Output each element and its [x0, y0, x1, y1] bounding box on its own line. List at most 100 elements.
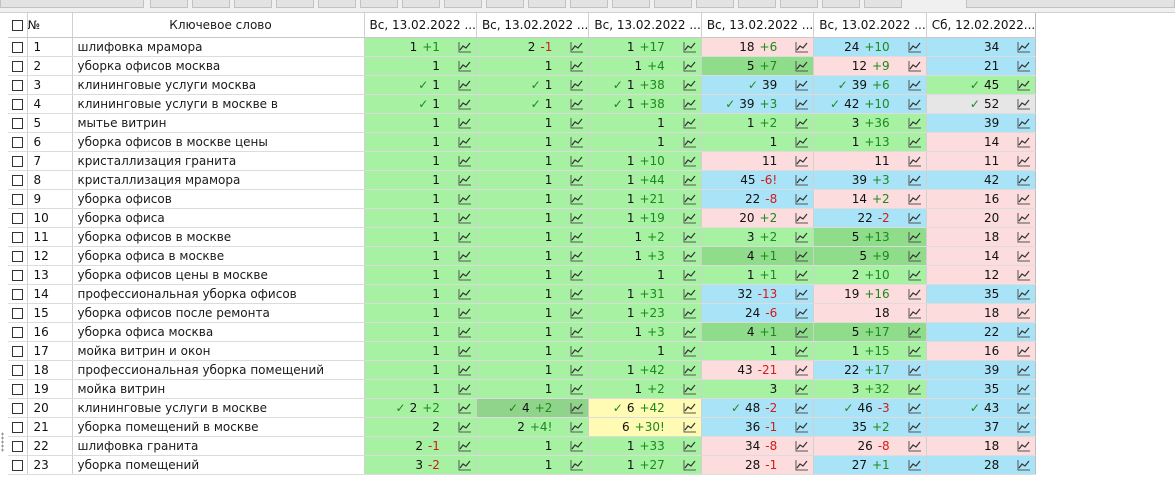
trend-chart-icon[interactable] [683, 326, 697, 338]
keyword-cell[interactable]: уборка офисов [72, 189, 365, 209]
trend-chart-icon[interactable] [683, 212, 697, 224]
keyword-cell[interactable]: профессиональная уборка офисов [72, 284, 365, 304]
position-cell[interactable]: ✓ 39 [701, 75, 815, 95]
trend-chart-icon[interactable] [683, 174, 697, 186]
row-checkbox[interactable] [12, 194, 23, 205]
trend-chart-icon[interactable] [1017, 193, 1031, 205]
trend-chart-icon[interactable] [458, 269, 472, 281]
trend-chart-icon[interactable] [570, 459, 584, 471]
position-cell[interactable]: 1 [364, 132, 477, 152]
trend-chart-icon[interactable] [570, 326, 584, 338]
trend-chart-icon[interactable] [458, 117, 472, 129]
trend-chart-icon[interactable] [683, 383, 697, 395]
splitter-handle[interactable] [1, 432, 4, 452]
position-cell[interactable]: 1 +2 [588, 227, 702, 247]
position-cell[interactable]: 28 -1 [701, 455, 815, 475]
toolbar-button[interactable] [402, 0, 440, 8]
row-checkbox[interactable] [12, 232, 23, 243]
keyword-cell[interactable]: клининговые услуги в москве [72, 398, 365, 418]
position-cell[interactable]: 1 [364, 303, 477, 323]
position-cell[interactable]: 1 [364, 265, 477, 285]
position-cell[interactable]: 21 [926, 56, 1037, 76]
trend-chart-icon[interactable] [458, 60, 472, 72]
keyword-cell[interactable]: уборка офиса в москве [72, 246, 365, 266]
row-checkbox-cell[interactable] [8, 132, 28, 152]
position-cell[interactable]: 2 [364, 417, 477, 437]
table-row[interactable]: 8 кристаллизация мрамора 1 1 1 +44 45 -6! 39 +3 42 [8, 170, 1037, 190]
toolbar-button[interactable] [150, 0, 188, 8]
select-all-checkbox[interactable] [12, 20, 23, 31]
trend-chart-icon[interactable] [908, 364, 922, 376]
trend-chart-icon[interactable] [683, 193, 697, 205]
trend-chart-icon[interactable] [795, 288, 809, 300]
position-cell[interactable]: ✓ 1 [364, 75, 477, 95]
row-checkbox-cell[interactable] [8, 303, 28, 323]
trend-chart-icon[interactable] [795, 383, 809, 395]
position-cell[interactable]: 22 -8 [701, 189, 815, 209]
position-cell[interactable]: 1 [476, 284, 590, 304]
trend-chart-icon[interactable] [908, 212, 922, 224]
position-cell[interactable]: 39 [926, 360, 1037, 380]
trend-chart-icon[interactable] [1017, 250, 1031, 262]
trend-chart-icon[interactable] [458, 459, 472, 471]
row-checkbox[interactable] [12, 137, 23, 148]
trend-chart-icon[interactable] [795, 345, 809, 357]
position-cell[interactable]: 2 +10 [813, 265, 927, 285]
position-cell[interactable]: ✓ 45 [926, 75, 1037, 95]
trend-chart-icon[interactable] [570, 421, 584, 433]
trend-chart-icon[interactable] [570, 60, 584, 72]
trend-chart-icon[interactable] [908, 307, 922, 319]
toolbar-button[interactable] [318, 0, 356, 8]
position-cell[interactable]: 27 +1 [813, 455, 927, 475]
position-cell[interactable]: 1 [476, 436, 590, 456]
toolbar-button[interactable] [864, 0, 902, 8]
table-row[interactable]: 4 клининговые услуги в москве в ✓ 1 ✓ 1 ✓ 1 +38 ✓… [8, 94, 1037, 114]
trend-chart-icon[interactable] [908, 155, 922, 167]
row-checkbox[interactable] [12, 213, 23, 224]
position-cell[interactable]: 1 +10 [588, 151, 702, 171]
trend-chart-icon[interactable] [458, 212, 472, 224]
row-checkbox-cell[interactable] [8, 189, 28, 209]
trend-chart-icon[interactable] [458, 98, 472, 110]
trend-chart-icon[interactable] [570, 98, 584, 110]
position-cell[interactable]: 1 [364, 170, 477, 190]
trend-chart-icon[interactable] [458, 250, 472, 262]
position-cell[interactable]: 1 +17 [588, 37, 702, 57]
trend-chart-icon[interactable] [795, 117, 809, 129]
trend-chart-icon[interactable] [458, 345, 472, 357]
table-row[interactable]: 5 мытье витрин 1 1 1 1 +2 3 +36 39 [8, 113, 1037, 133]
position-cell[interactable]: 1 +3 [588, 322, 702, 342]
table-row[interactable]: 15 уборка офисов после ремонта 1 1 1 +23 24 -6 1… [8, 303, 1037, 323]
position-cell[interactable]: 1 [476, 189, 590, 209]
trend-chart-icon[interactable] [908, 193, 922, 205]
row-checkbox[interactable] [12, 460, 23, 471]
row-checkbox[interactable] [12, 327, 23, 338]
row-checkbox[interactable] [12, 270, 23, 281]
toolbar-button[interactable] [0, 0, 144, 8]
position-cell[interactable]: 42 [926, 170, 1037, 190]
trend-chart-icon[interactable] [1017, 402, 1031, 414]
toolbar-button[interactable] [654, 0, 692, 8]
position-cell[interactable]: 18 [926, 436, 1037, 456]
table-row[interactable]: 2 уборка офисов москва 1 1 1 +4 5 +7 12 +9 21 [8, 56, 1037, 76]
position-cell[interactable]: 1 +33 [588, 436, 702, 456]
trend-chart-icon[interactable] [795, 250, 809, 262]
trend-chart-icon[interactable] [908, 288, 922, 300]
trend-chart-icon[interactable] [570, 383, 584, 395]
position-cell[interactable]: ✓ 1 +38 [588, 94, 702, 114]
position-cell[interactable]: 1 [476, 322, 590, 342]
trend-chart-icon[interactable] [683, 421, 697, 433]
trend-chart-icon[interactable] [570, 307, 584, 319]
row-checkbox[interactable] [12, 346, 23, 357]
position-cell[interactable]: 1 [364, 151, 477, 171]
row-checkbox-cell[interactable] [8, 227, 28, 247]
keyword-cell[interactable]: профессиональная уборка помещений [72, 360, 365, 380]
position-cell[interactable]: 36 -1 [701, 417, 815, 437]
trend-chart-icon[interactable] [458, 402, 472, 414]
position-cell[interactable]: 2 -1 [476, 37, 590, 57]
trend-chart-icon[interactable] [458, 383, 472, 395]
position-cell[interactable]: 1 [476, 246, 590, 266]
trend-chart-icon[interactable] [1017, 269, 1031, 281]
row-checkbox[interactable] [12, 422, 23, 433]
toolbar-button[interactable] [696, 0, 734, 8]
